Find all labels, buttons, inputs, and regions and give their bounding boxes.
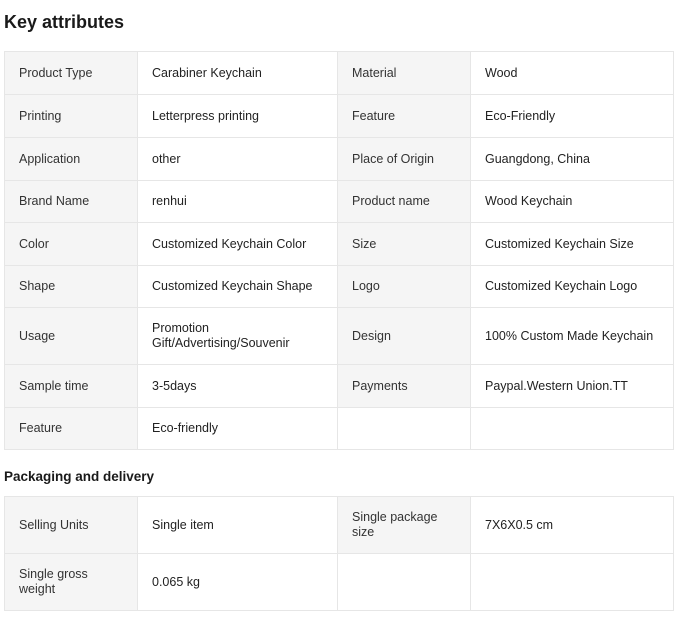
attribute-key: Material (337, 51, 471, 95)
attribute-value: Wood Keychain (470, 180, 674, 223)
attribute-value: Single item (137, 496, 338, 554)
empty-cell (337, 407, 471, 450)
key-attributes-title: Key attributes (4, 12, 125, 32)
attribute-value: Customized Keychain Shape (137, 265, 338, 308)
attribute-value: Guangdong, China (470, 137, 674, 181)
attribute-key: Feature (337, 94, 471, 138)
packaging-delivery-title: Packaging and delivery (4, 469, 155, 484)
attribute-value: Letterpress printing (137, 94, 338, 138)
attribute-value: Customized Keychain Size (470, 222, 674, 266)
attribute-value: 7X6X0.5 cm (470, 496, 674, 554)
attribute-value: Customized Keychain Logo (470, 265, 674, 308)
empty-cell (337, 553, 471, 611)
key-attributes-table: Product Type Carabiner Keychain Material Wo… (4, 51, 674, 450)
attribute-row: Selling Units Single item Single package s… (4, 496, 674, 554)
attribute-value: 3-5days (137, 364, 338, 408)
attribute-value: 100% Custom Made Keychain (470, 307, 674, 365)
attribute-row: Feature Eco-friendly (4, 407, 674, 450)
attribute-key: Size (337, 222, 471, 266)
empty-cell (470, 553, 674, 611)
attribute-key: Usage (4, 307, 138, 365)
attribute-key: Design (337, 307, 471, 365)
attribute-value: Paypal.Western Union.TT (470, 364, 674, 408)
attribute-row: Printing Letterpress printing Feature Eco-F… (4, 94, 674, 138)
attribute-row: Shape Customized Keychain Shape Logo Custom… (4, 265, 674, 308)
attribute-value: Eco-Friendly (470, 94, 674, 138)
product-attributes-panel: Key attributes Product Type Carabiner Key… (0, 0, 680, 624)
attribute-value: Eco-friendly (137, 407, 338, 450)
packaging-delivery-table: Selling Units Single item Single package s… (4, 496, 674, 611)
attribute-key: Shape (4, 265, 138, 308)
attribute-key: Logo (337, 265, 471, 308)
attribute-key: Place of Origin (337, 137, 471, 181)
empty-cell (470, 407, 674, 450)
attribute-value: Carabiner Keychain (137, 51, 338, 95)
attribute-value: 0.065 kg (137, 553, 338, 611)
attribute-key: Product Type (4, 51, 138, 95)
attribute-key: Single package size (337, 496, 471, 554)
attribute-row: Product Type Carabiner Keychain Material Wo… (4, 51, 674, 95)
attribute-row: Usage Promotion Gift/Advertising/Souvenir… (4, 307, 674, 365)
attribute-key: Application (4, 137, 138, 181)
attribute-row: Sample time 3-5days Payments Paypal.Western… (4, 364, 674, 408)
attribute-key: Single gross weight (4, 553, 138, 611)
attribute-value: Wood (470, 51, 674, 95)
attribute-key: Payments (337, 364, 471, 408)
attribute-row: Application other Place of Origin Guangdong… (4, 137, 674, 181)
attribute-key: Sample time (4, 364, 138, 408)
attribute-value: renhui (137, 180, 338, 223)
attribute-value: other (137, 137, 338, 181)
attribute-row: Single gross weight 0.065 kg (4, 553, 674, 611)
attribute-row: Brand Name renhui Product name Wood Keychai… (4, 180, 674, 223)
attribute-value: Promotion Gift/Advertising/Souvenir (137, 307, 338, 365)
attribute-key: Feature (4, 407, 138, 450)
attribute-value: Customized Keychain Color (137, 222, 338, 266)
attribute-key: Selling Units (4, 496, 138, 554)
attribute-key: Brand Name (4, 180, 138, 223)
attribute-key: Color (4, 222, 138, 266)
attribute-key: Product name (337, 180, 471, 223)
attribute-row: Color Customized Keychain Color Size Custom… (4, 222, 674, 266)
attribute-key: Printing (4, 94, 138, 138)
